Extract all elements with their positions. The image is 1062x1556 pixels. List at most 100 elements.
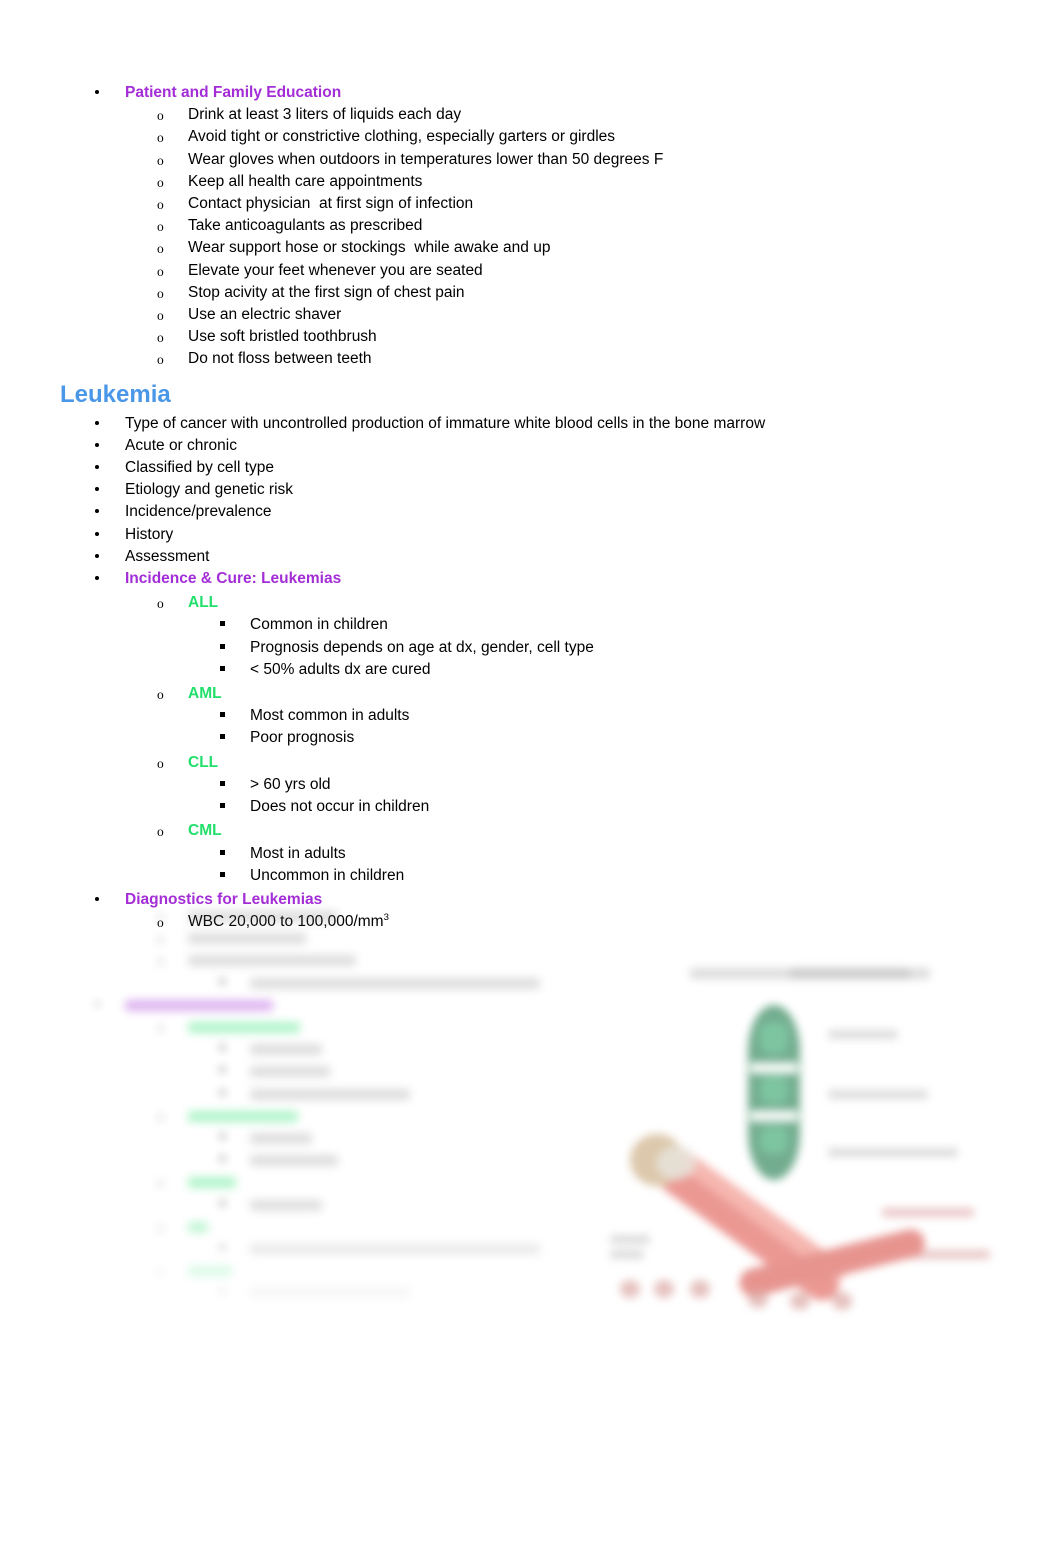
list-item-label: Assessment [125,547,210,565]
obscured-list-item: o [0,1105,660,1127]
leukemia-type-aml: o AML [0,683,1062,705]
square-bullet-icon [220,1083,225,1105]
list-item: Acute or chronic [0,435,1062,457]
list-item: Type of cancer with uncontrolled product… [0,413,1062,435]
list-item: Prognosis depends on age at dx, gender, … [0,637,1062,659]
list-item: o Drink at least 3 liters of liquids eac… [0,104,1062,126]
list-item-label: Elevate your feet whenever you are seate… [188,261,483,279]
circle-marker-icon: o [157,915,164,931]
bullet-dot-icon [95,501,109,523]
obscured-list-item [0,1149,660,1171]
marrow-divider [750,1110,798,1122]
bone-head-highlight [656,1146,696,1180]
obscured-list-item [0,1127,660,1149]
page-title-label: Leukemia [60,380,171,408]
circle-marker-icon: o [157,130,164,146]
circle-marker-icon: o [157,152,164,168]
obscured-text-placeholder [188,1022,300,1034]
circle-marker-icon: o [157,596,164,612]
marrow-divider [750,1062,798,1074]
obscured-list-item [0,1083,660,1105]
list-item: o Take anticoagulants as prescribed [0,215,1062,237]
list-item: o Avoid tight or constrictive clothing, … [0,126,1062,148]
circle-marker-icon: o [157,1020,164,1036]
blood-cell-icon [748,1290,768,1308]
obscured-list-item [0,1038,660,1060]
list-item: History [0,524,1062,546]
leukemia-type-cll: o CLL [0,752,1062,774]
leukemia-type-label: ALL [188,594,219,612]
bullet-dot-icon [95,546,109,568]
list-item-label: Use an electric shaver [188,306,342,324]
obscured-text-placeholder [188,1266,232,1278]
bullet-dot-icon [95,524,109,546]
list-item: o Do not floss between teeth [0,348,1062,370]
leukemia-type-all: o ALL [0,592,1062,614]
square-bullet-icon [220,1127,225,1149]
obscured-text-placeholder [188,1177,236,1189]
obscured-text-placeholder [188,1221,208,1233]
square-bullet-icon [220,1038,225,1060]
blood-cell-icon [790,1292,810,1310]
page-title-leukemia: Leukemia [0,380,1062,410]
bullet-dot-icon [95,479,109,501]
obscured-list-item [0,1282,660,1304]
square-bullet-icon [220,1282,225,1304]
list-item-label: Drink at least 3 liters of liquids each … [188,106,462,124]
figure-label-placeholder [828,1030,898,1039]
obscured-text-placeholder [250,1066,330,1078]
list-item-label: Wear gloves when outdoors in temperature… [188,150,664,168]
obscured-text-placeholder [250,1088,410,1100]
obscured-text-placeholder [188,933,306,945]
circle-marker-icon: o [157,330,164,346]
list-item-label: > 60 yrs old [250,775,331,793]
obscured-list-item [0,994,660,1016]
list-item: < 50% adults dx are cured [0,659,1062,681]
figure-label-placeholder [828,1090,928,1099]
square-bullet-icon [220,972,225,994]
list-item-label: Poor prognosis [250,729,355,747]
list-item-label: Common in children [250,616,388,634]
circle-marker-icon: o [157,687,164,703]
leukemia-type-label: CML [188,822,222,840]
square-bullet-icon [220,774,225,796]
marrow-segment [760,1126,788,1154]
circle-marker-icon: o [157,108,164,124]
list-item: o Use soft bristled toothbrush [0,326,1062,348]
section-heading-label: Patient and Family Education [125,84,342,101]
blood-cell-icon [690,1280,710,1298]
list-item: Poor prognosis [0,727,1062,749]
obscured-text-placeholder [250,1155,338,1167]
figure-label-placeholder [610,1250,644,1259]
list-item-label: Keep all health care appointments [188,172,423,190]
list-item-label: Classified by cell type [125,459,275,477]
list-item: Assessment [0,546,1062,568]
list-item-label: Do not floss between teeth [188,350,372,368]
list-item: o Stop acivity at the first sign of ches… [0,282,1062,304]
leukemia-type-label: AML [188,685,222,703]
diagnostics-wbc-item: o WBC 20,000 to 100,000/mm3 [0,911,1062,933]
list-item: Most in adults [0,843,1062,865]
figure-label-placeholder [610,1235,650,1244]
square-bullet-icon [220,1238,225,1260]
list-item-label: Stop acivity at the first sign of chest … [188,283,465,301]
document-body: Patient and Family Education o Drink at … [0,82,1062,933]
list-item: o Wear support hose or stockings while a… [0,237,1062,259]
list-item-label: Take anticoagulants as prescribed [188,217,423,235]
obscured-list-item: o [0,1216,660,1238]
subsection-heading-label: Incidence & Cure: Leukemias [125,570,342,588]
document-page: Patient and Family Education o Drink at … [0,0,1062,1556]
leukemia-type-label: CLL [188,753,219,771]
square-bullet-icon [220,1194,225,1216]
obscured-list-item: o [0,1260,660,1282]
bullet-dot-icon [95,82,109,104]
bullet-dot-icon [95,994,109,1016]
blood-cell-icon [620,1280,640,1298]
subsection-heading-incidence-cure: Incidence & Cure: Leukemias [0,568,1062,590]
obscured-text-block: oooooooo [0,905,660,1305]
circle-marker-icon: o [157,197,164,213]
bone-marrow-infographic [600,950,1000,1330]
list-item-label: Most common in adults [250,707,410,725]
list-item: Most common in adults [0,705,1062,727]
obscured-list-item: o [0,949,660,971]
